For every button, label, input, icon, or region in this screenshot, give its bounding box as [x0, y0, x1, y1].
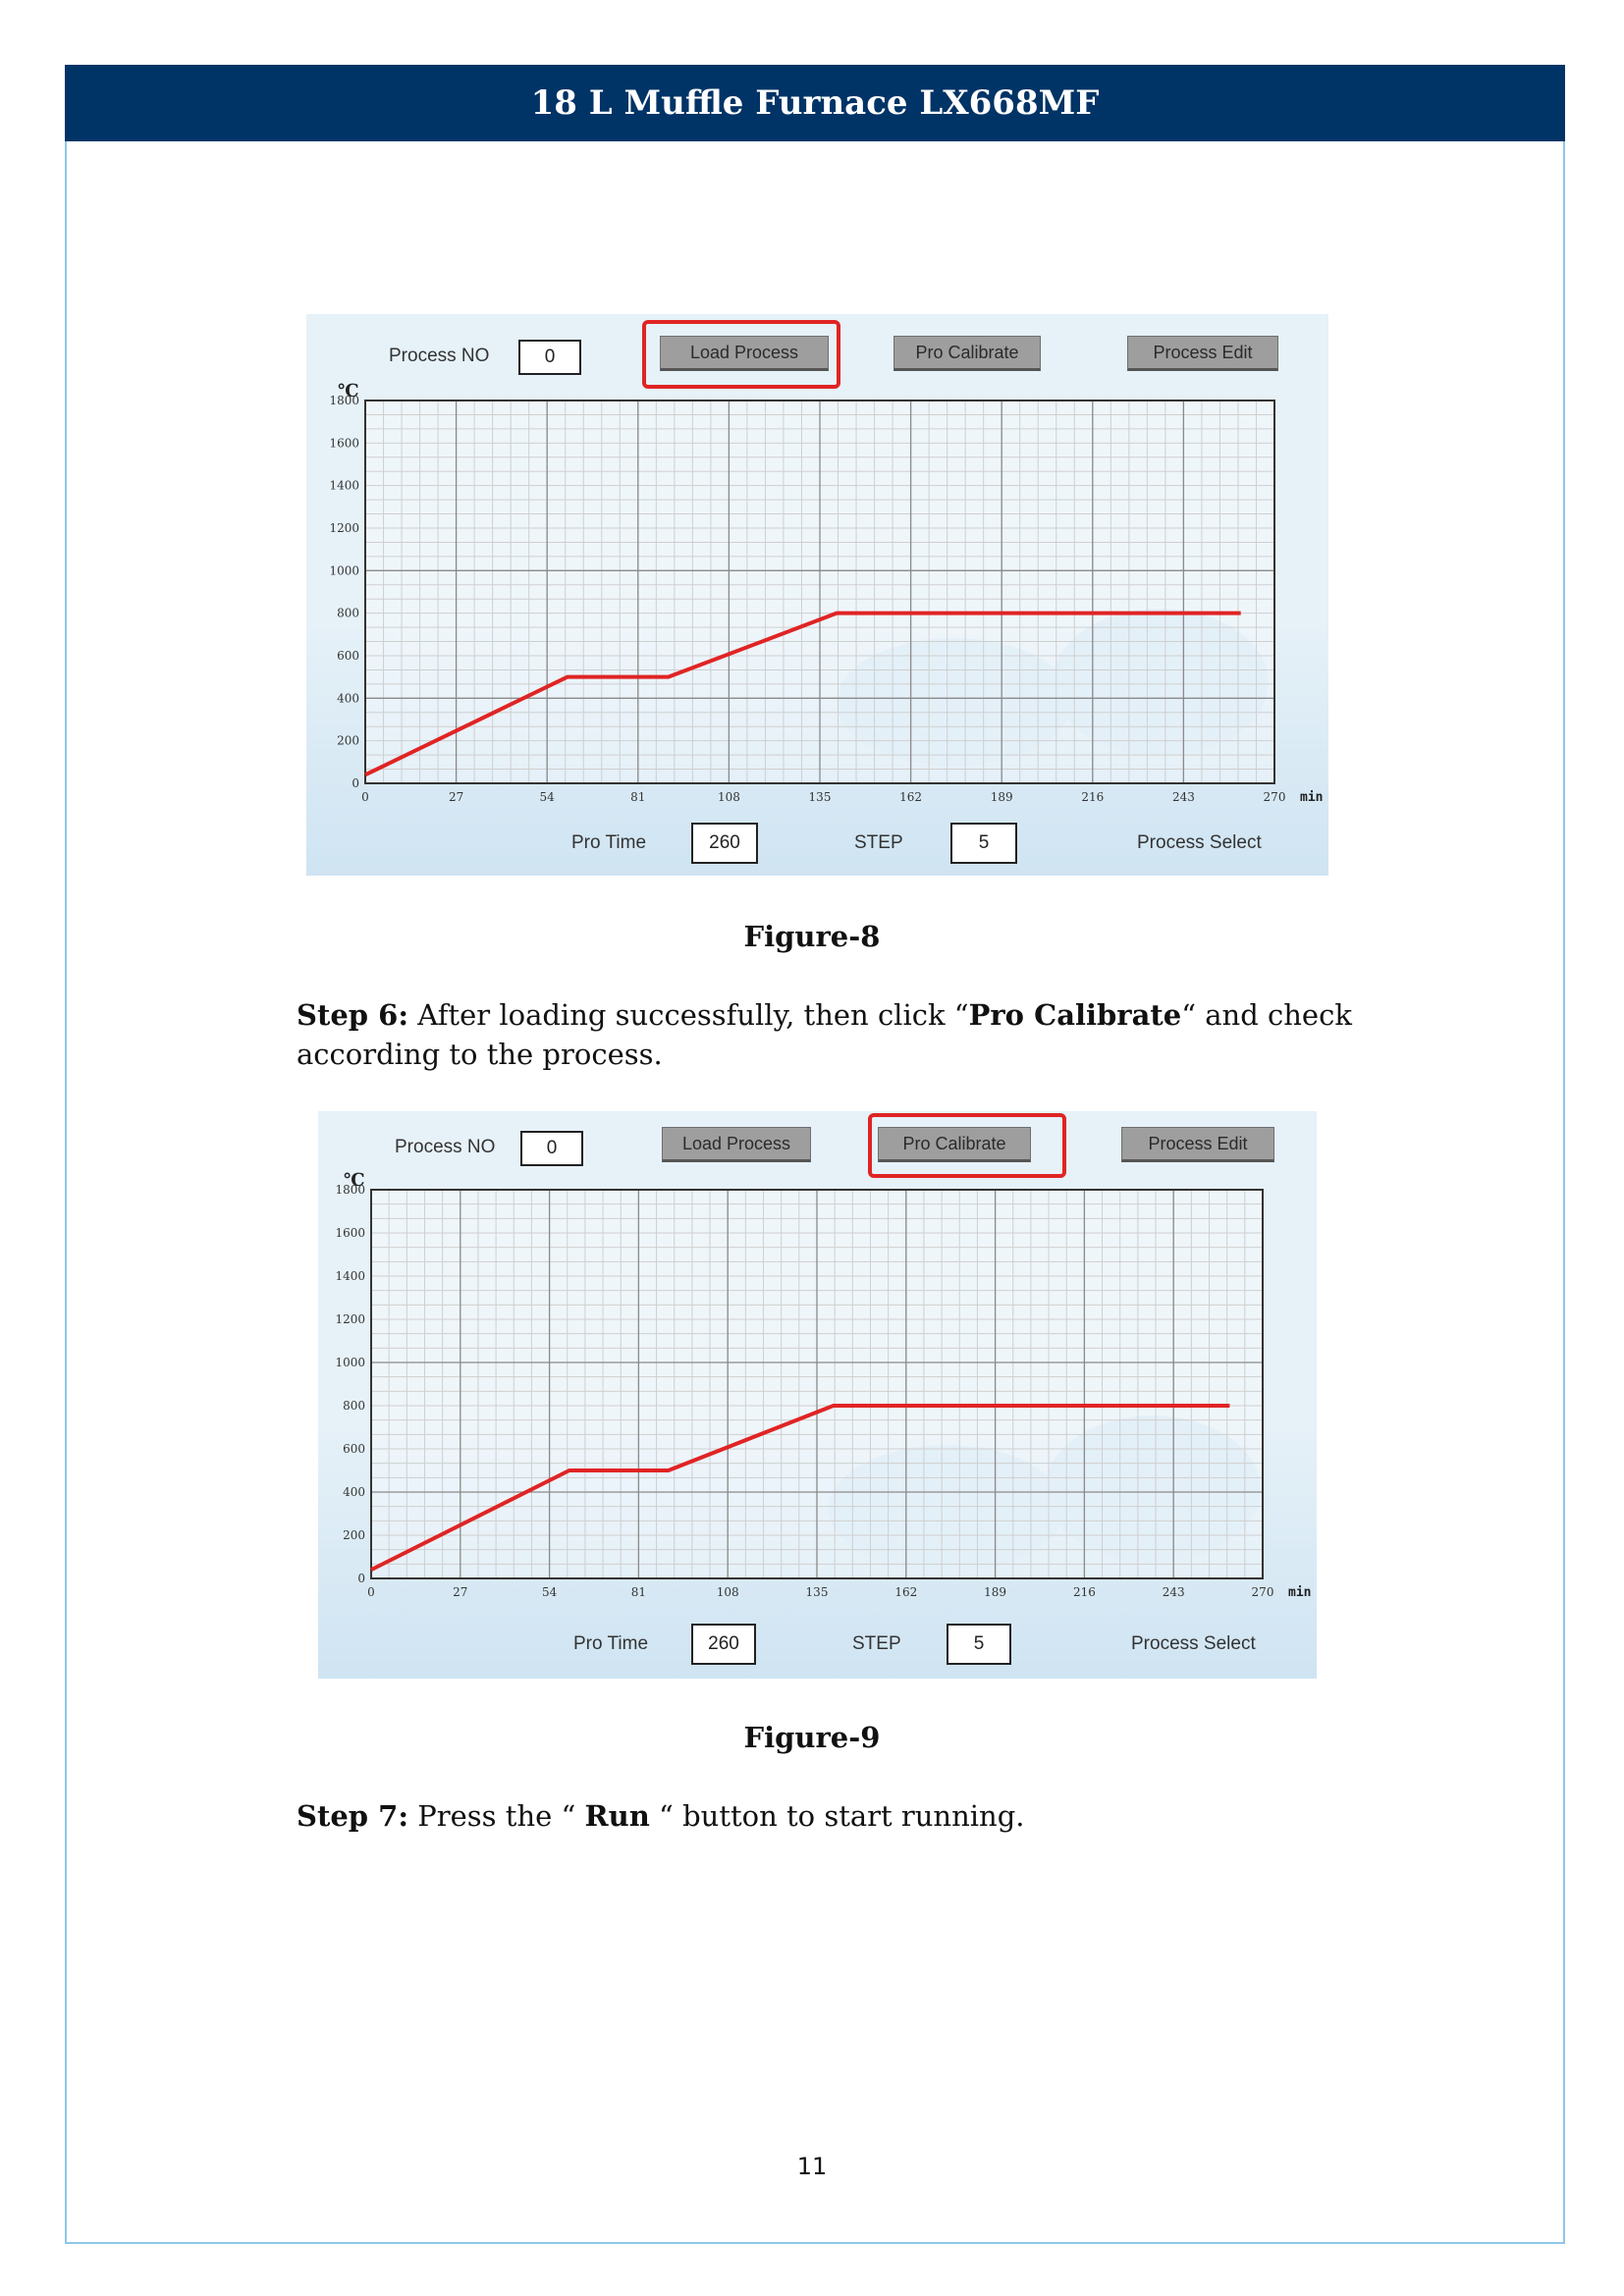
y-tick-label: 1200 [335, 1312, 365, 1326]
y-tick-label: 1000 [335, 1356, 365, 1369]
y-tick-label: 1200 [329, 521, 359, 535]
step-label: STEP [854, 832, 903, 853]
x-tick-label: 135 [806, 1585, 829, 1599]
y-tick-label: 800 [337, 607, 359, 620]
document-header: 18 L Muffle Furnace LX668MF [65, 65, 1565, 141]
x-tick-label: 0 [367, 1585, 375, 1599]
x-tick-label: 81 [630, 790, 645, 804]
x-tick-label: 54 [542, 1585, 558, 1599]
highlight-frame [642, 320, 840, 389]
x-tick-label: 216 [1073, 1585, 1096, 1599]
process-edit-button[interactable]: Process Edit [1127, 336, 1278, 371]
step-field[interactable]: 5 [950, 823, 1017, 864]
pro-time-field[interactable]: 260 [691, 823, 758, 864]
y-tick-label: 1000 [329, 563, 359, 577]
x-tick-label: 135 [809, 790, 832, 804]
x-tick-label: 270 [1264, 790, 1286, 804]
step-7-text: Step 7: Press the “ Run “ button to star… [297, 1796, 1455, 1836]
process-select-label[interactable]: Process Select [1131, 1633, 1256, 1655]
step-7-text-after: “ button to start running. [649, 1799, 1025, 1833]
x-tick-label: 216 [1081, 790, 1104, 804]
process-no-label: Process NO [389, 346, 490, 366]
step-7-prefix: Step 7: [297, 1799, 409, 1833]
y-tick-label: 0 [357, 1572, 365, 1585]
y-tick-label: 600 [343, 1442, 365, 1456]
y-tick-label: 800 [343, 1399, 365, 1413]
process-edit-button[interactable]: Process Edit [1121, 1127, 1274, 1162]
x-tick-label: 189 [991, 790, 1013, 804]
x-tick-label: 54 [540, 790, 556, 804]
temperature-chart: 0200400600800100012001400160018000 27 54 81… [329, 381, 1323, 805]
y-tick-label: 200 [343, 1528, 365, 1542]
pro-time-field[interactable]: 260 [691, 1624, 756, 1665]
x-axis-unit: min [1288, 1585, 1311, 1600]
step-6-text: Step 6: After loading successfully, then… [297, 995, 1455, 1074]
page-number: 11 [796, 2153, 828, 2180]
process-select-label[interactable]: Process Select [1137, 832, 1262, 854]
x-tick-label: 27 [449, 790, 463, 804]
y-tick-label: 200 [337, 734, 359, 748]
step-7-text-before: Press the “ [408, 1799, 585, 1833]
x-tick-label: 243 [1163, 1585, 1185, 1599]
step-6-bold: Pro Calibrate [968, 998, 1182, 1032]
process-no-field[interactable]: 0 [518, 340, 581, 375]
x-tick-label: 162 [894, 1585, 917, 1599]
y-tick-label: 400 [343, 1485, 365, 1499]
step-6-text-before: After loading successfully, then click “ [408, 998, 969, 1032]
y-tick-label: 600 [337, 649, 359, 663]
x-tick-label: 189 [984, 1585, 1006, 1599]
figure-8-caption: Figure-8 [743, 920, 881, 953]
x-tick-label: 108 [718, 790, 740, 804]
pro-time-label: Pro Time [573, 1633, 649, 1654]
pro-calibrate-button[interactable]: Pro Calibrate [893, 336, 1041, 371]
y-axis-unit: ℃ [344, 1170, 365, 1191]
x-axis-unit: min [1300, 790, 1323, 805]
y-tick-label: 400 [337, 691, 359, 705]
step-7-bold: Run [584, 1799, 650, 1833]
x-tick-label: 27 [453, 1585, 467, 1599]
load-process-button[interactable]: Load Process [662, 1127, 811, 1162]
process-no-label: Process NO [395, 1137, 496, 1157]
x-tick-label: 0 [361, 790, 369, 804]
highlight-frame [868, 1113, 1066, 1178]
x-tick-label: 162 [899, 790, 922, 804]
y-tick-label: 1600 [335, 1226, 365, 1240]
step-6-prefix: Step 6: [297, 998, 409, 1032]
temperature-chart: 0200400600800100012001400160018000 27 54 81… [335, 1170, 1311, 1600]
step-field[interactable]: 5 [947, 1624, 1011, 1665]
process-no-field[interactable]: 0 [520, 1131, 583, 1166]
document-title: 18 L Muffle Furnace LX668MF [530, 83, 1100, 123]
figure-9-caption: Figure-9 [743, 1721, 881, 1754]
x-tick-label: 108 [717, 1585, 739, 1599]
step-label: STEP [852, 1633, 901, 1654]
x-tick-label: 81 [631, 1585, 646, 1599]
y-tick-label: 1400 [335, 1269, 365, 1283]
figure-8-screenshot: 0 200 400 600 800 1000 1200 1400 1600 1800 0 27 54 81… [306, 314, 1328, 876]
pro-time-label: Pro Time [571, 832, 647, 853]
x-tick-label: 243 [1172, 790, 1195, 804]
y-tick-label: 1600 [329, 436, 359, 450]
y-tick-label: 1400 [329, 479, 359, 493]
x-tick-label: 270 [1252, 1585, 1274, 1599]
y-tick-label: 0 [352, 776, 359, 790]
figure-9-screenshot: 0 200 400 600 800 1000 1200 1400 1600 1800 0 27 54 81… [318, 1111, 1317, 1679]
y-axis-unit: ℃ [338, 381, 359, 401]
